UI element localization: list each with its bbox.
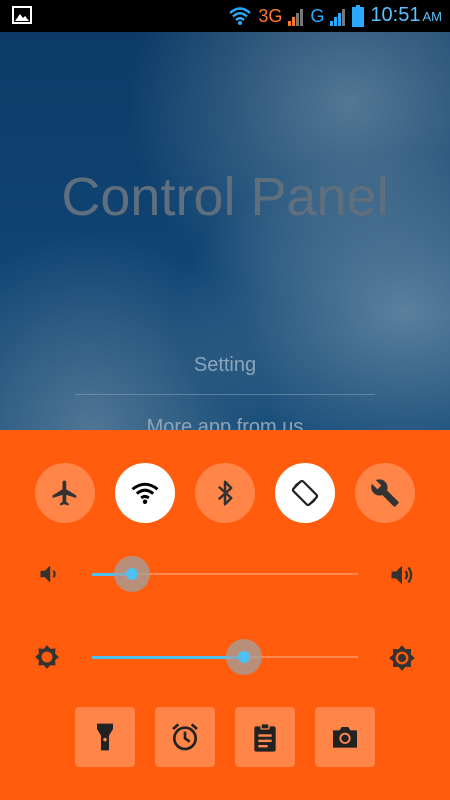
menu-item-more-apps[interactable]: More app from us [0, 416, 450, 430]
brightness-slider-row [0, 635, 450, 679]
bluetooth-icon [217, 480, 233, 506]
signal-bars-icon-2 [330, 9, 346, 26]
menu-divider [75, 394, 375, 395]
volume-high-icon [391, 565, 413, 585]
brightness-low-icon [35, 645, 59, 669]
page-title: Control Panel [61, 167, 389, 227]
network-type-1: 3G [258, 6, 283, 26]
menu-item-setting[interactable]: Setting [0, 354, 450, 377]
auto-rotate-icon [291, 479, 319, 507]
brightness-slider[interactable] [92, 639, 358, 675]
clock: 10:51 AM [370, 3, 442, 29]
volume-low-icon [40, 565, 56, 583]
clock-time: 10:51 [370, 4, 421, 26]
signal-bars-icon-1 [288, 9, 304, 26]
airplane-mode-toggle[interactable] [35, 463, 95, 523]
app-background: Control Panel Setting More app from us [0, 32, 450, 430]
settings-toggle[interactable] [355, 463, 415, 523]
brightness-thumb[interactable] [225, 639, 262, 675]
bluetooth-toggle[interactable] [195, 463, 255, 523]
brightness-fill [92, 656, 244, 659]
notes-button[interactable] [235, 707, 295, 767]
camera-icon [333, 727, 357, 748]
wifi-toggle[interactable] [115, 463, 175, 523]
status-bar: 3G G 10:51 AM [0, 0, 450, 32]
gallery-image-icon [12, 6, 32, 24]
control-panel [0, 430, 450, 800]
flashlight-button[interactable] [75, 707, 135, 767]
battery-icon [352, 5, 365, 27]
status-right: 3G G 10:51 AM [228, 4, 442, 28]
network-type-2: G [310, 6, 325, 26]
auto-rotate-toggle[interactable] [275, 463, 335, 523]
camera-button[interactable] [315, 707, 375, 767]
wifi-icon [131, 482, 159, 504]
alarm-clock-icon [172, 723, 198, 751]
clock-ampm: AM [422, 9, 443, 24]
volume-slider[interactable] [92, 556, 358, 592]
wifi-signal-icon [229, 7, 252, 25]
brightness-high-icon [389, 645, 415, 671]
wrench-icon [371, 479, 399, 507]
volume-thumb[interactable] [113, 556, 150, 592]
volume-slider-row [0, 552, 450, 596]
flashlight-icon [97, 723, 113, 751]
airplane-icon [52, 480, 77, 506]
alarm-button[interactable] [155, 707, 215, 767]
clipboard-icon [254, 723, 276, 752]
